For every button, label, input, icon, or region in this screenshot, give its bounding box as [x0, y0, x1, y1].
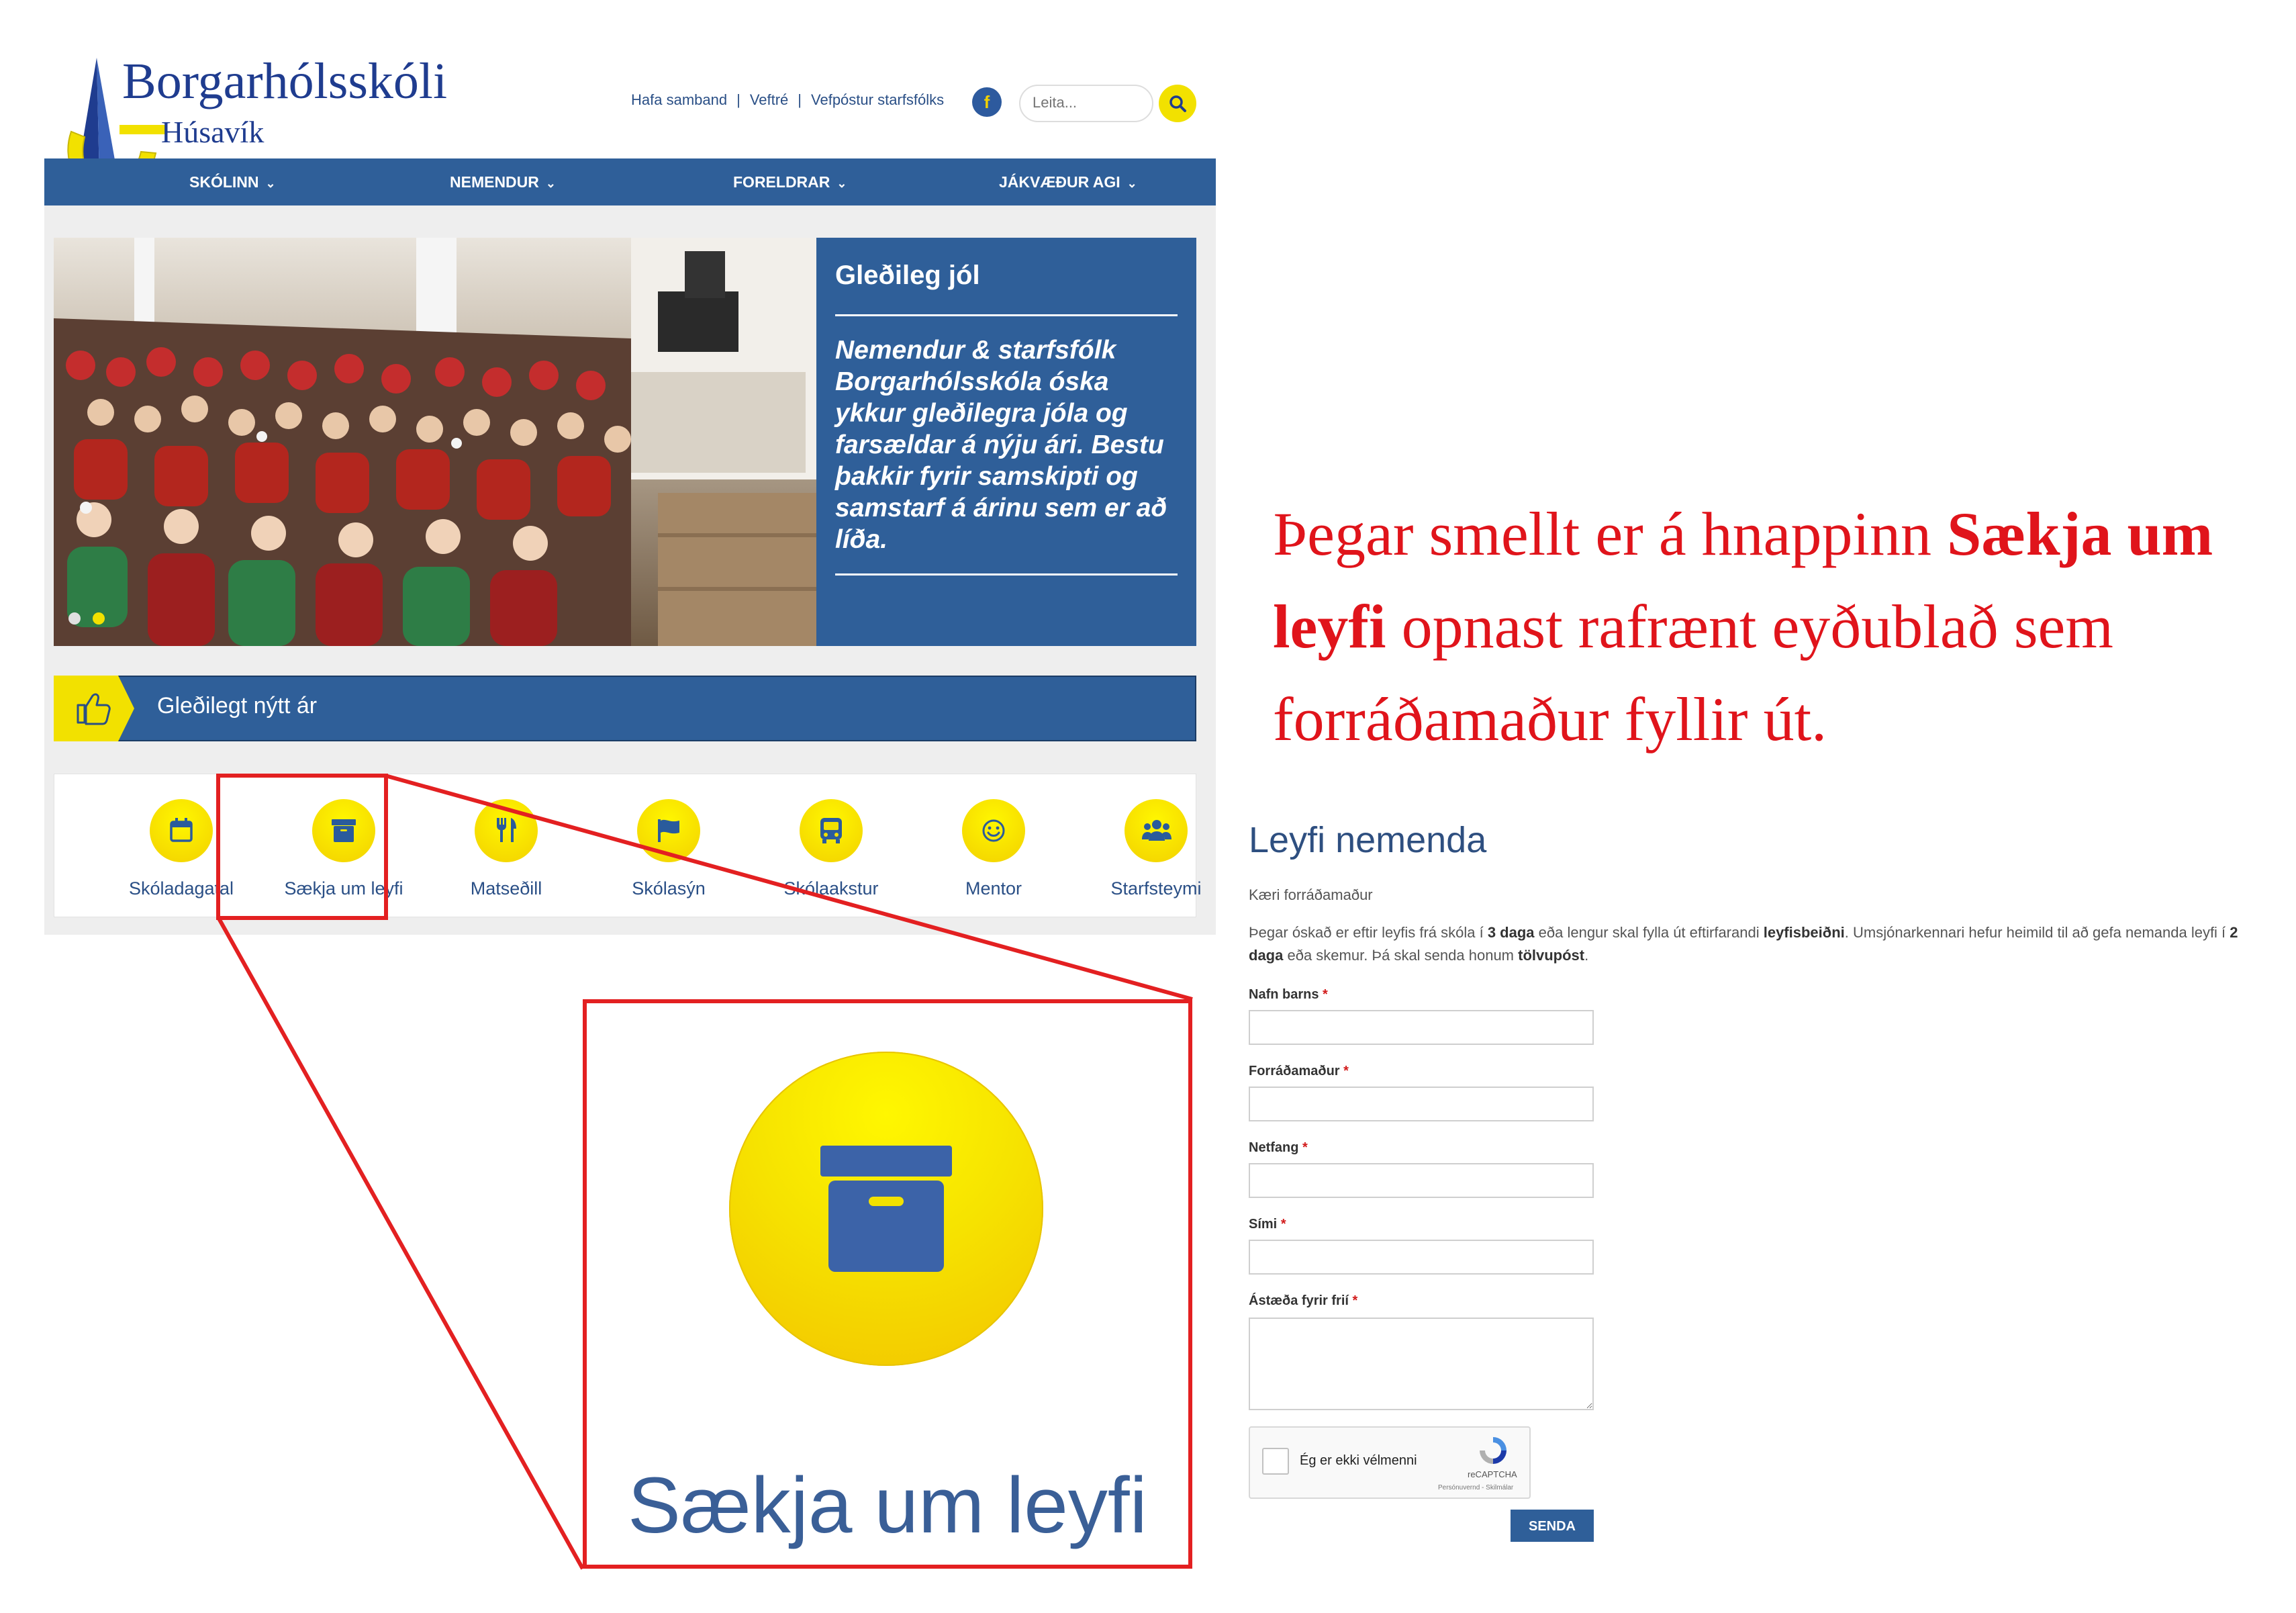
label-text: Netfang: [1249, 1140, 1299, 1155]
required-mark: *: [1302, 1140, 1308, 1155]
required-mark: *: [1352, 1293, 1358, 1308]
label-text: Nafn barns: [1249, 987, 1319, 1002]
intro-bold: tölvupóst: [1518, 947, 1585, 964]
form-title: Leyfi nemenda: [1249, 820, 1487, 860]
intro-bold: leyfisbeiðni: [1763, 924, 1845, 941]
reason-textarea[interactable]: [1249, 1318, 1594, 1410]
caption-text: Þegar smellt er á hnappinn: [1273, 500, 1948, 568]
field-label-reason: Ástæða fyrir frií *: [1249, 1293, 1357, 1309]
intro-text: eða lengur skal fylla út eftirfarandi: [1534, 924, 1764, 941]
child-name-input[interactable]: [1249, 1010, 1594, 1045]
label-text: Sími: [1249, 1217, 1278, 1232]
label-text: Forráðamaður: [1249, 1064, 1340, 1078]
recaptcha-label: Ég er ekki vélmenni: [1300, 1453, 1417, 1468]
recaptcha-brand: reCAPTCHA: [1468, 1469, 1517, 1479]
recaptcha-icon: [1480, 1437, 1506, 1464]
form-intro: Þegar óskað er eftir leyfis frá skóla í …: [1249, 921, 2269, 967]
send-button[interactable]: SENDA: [1511, 1510, 1594, 1542]
intro-text: eða skemur. Þá skal senda honum: [1283, 947, 1519, 964]
highlight-box: [216, 774, 388, 920]
intro-text: . Umsjónarkennari hefur heimild til að g…: [1844, 924, 2230, 941]
field-label-child-name: Nafn barns *: [1249, 987, 1328, 1003]
label-text: Ástæða fyrir frií: [1249, 1293, 1349, 1308]
zoom-icon-circle: [729, 1052, 1043, 1366]
email-input[interactable]: [1249, 1163, 1594, 1198]
required-mark: *: [1343, 1064, 1349, 1078]
required-mark: *: [1323, 987, 1328, 1002]
recaptcha-links[interactable]: Persónuvernd - Skilmálar: [1438, 1484, 1513, 1491]
explanation-caption: Þegar smellt er á hnappinn Sækja um leyf…: [1273, 488, 2280, 766]
caption-text: opnast rafrænt eyðublað sem forráðamaður…: [1273, 592, 2113, 753]
field-label-phone: Sími *: [1249, 1217, 1286, 1232]
intro-text: .: [1584, 947, 1589, 964]
zoom-label: Sækja um leyfi: [628, 1461, 1147, 1550]
field-label-guardian: Forráðamaður *: [1249, 1064, 1349, 1079]
guardian-input[interactable]: [1249, 1087, 1594, 1121]
intro-text: Þegar óskað er eftir leyfis frá skóla í: [1249, 924, 1488, 941]
intro-bold: 3 daga: [1487, 924, 1535, 941]
archive-box-icon: [820, 1146, 952, 1272]
recaptcha-checkbox[interactable]: [1262, 1448, 1289, 1475]
phone-input[interactable]: [1249, 1240, 1594, 1275]
required-mark: *: [1280, 1217, 1286, 1232]
form-greeting: Kæri forráðamaður: [1249, 886, 1373, 903]
field-label-email: Netfang *: [1249, 1140, 1308, 1156]
